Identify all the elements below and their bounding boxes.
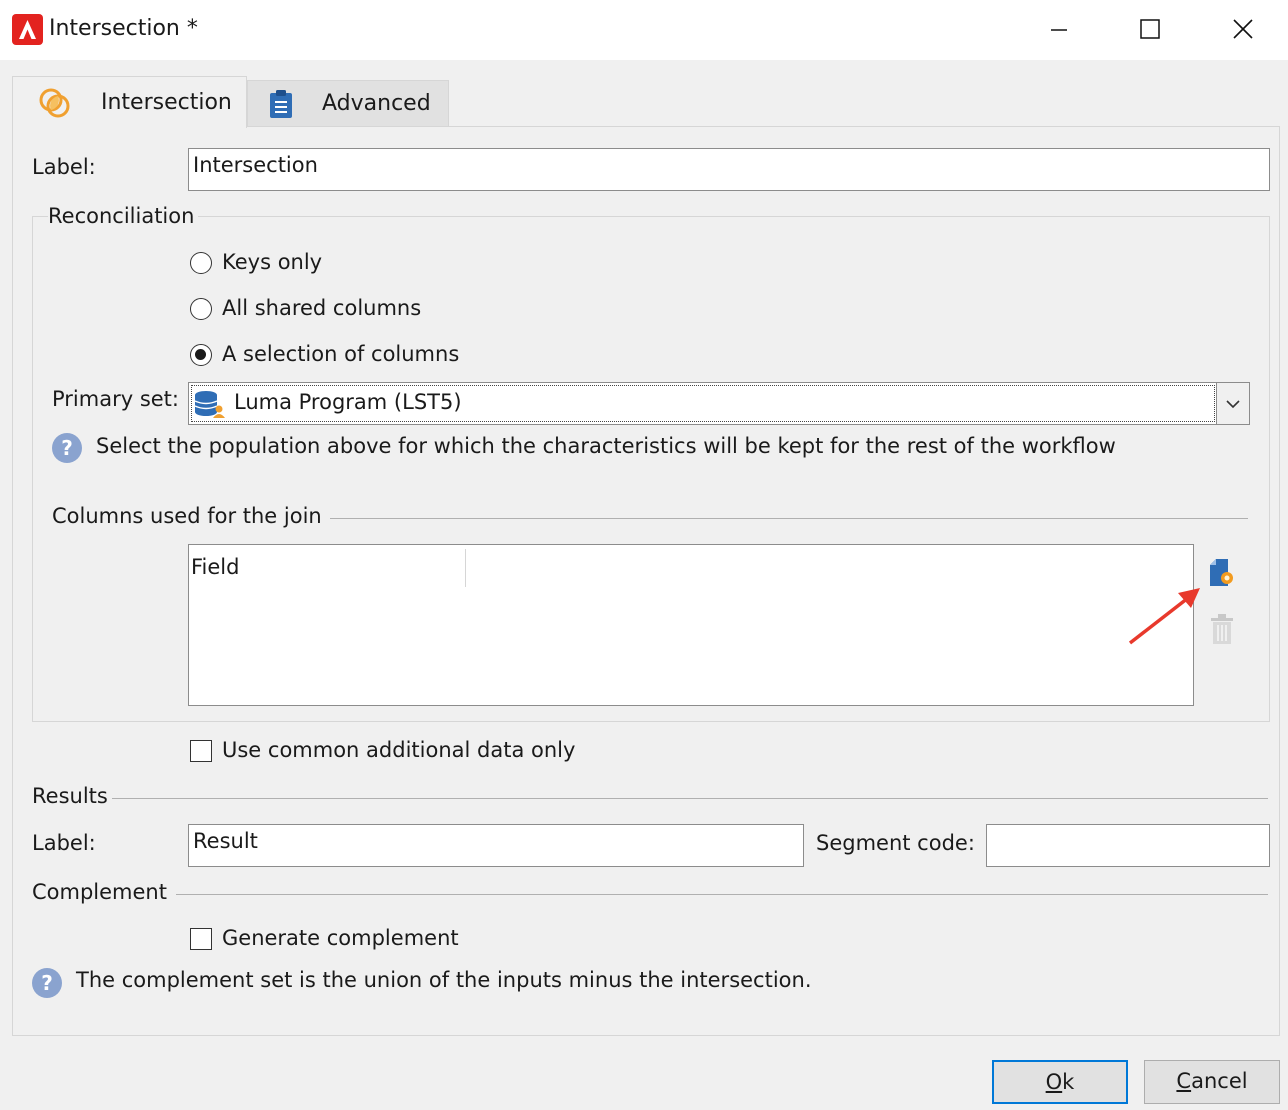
radio-all-shared-columns[interactable] bbox=[190, 298, 212, 320]
use-common-data-checkbox[interactable] bbox=[190, 740, 212, 762]
join-divider bbox=[330, 518, 1248, 519]
tab-advanced-label: Advanced bbox=[322, 91, 431, 116]
results-label-input[interactable]: Result bbox=[188, 824, 804, 867]
intersection-icon bbox=[37, 85, 73, 121]
ok-button[interactable]: Ok bbox=[992, 1060, 1128, 1104]
table-header-field[interactable]: Field bbox=[191, 555, 239, 579]
dropdown-button[interactable] bbox=[1216, 383, 1249, 424]
app-logo-icon bbox=[12, 14, 43, 45]
help-icon: ? bbox=[52, 433, 82, 463]
column-separator[interactable] bbox=[465, 549, 466, 587]
radio-selection-of-columns-label: A selection of columns bbox=[222, 342, 460, 366]
radio-keys-only[interactable] bbox=[190, 252, 212, 274]
primary-set-value: Luma Program (LST5) bbox=[234, 390, 462, 414]
join-legend: Columns used for the join bbox=[52, 504, 326, 528]
annotation-arrow bbox=[1128, 588, 1200, 645]
chevron-down-icon bbox=[1226, 399, 1240, 408]
radio-all-shared-columns-label: All shared columns bbox=[222, 296, 422, 320]
primary-set-caption: Primary set: bbox=[52, 387, 179, 411]
delete-column-button[interactable] bbox=[1209, 612, 1235, 646]
radio-keys-only-label: Keys only bbox=[222, 250, 323, 274]
maximize-icon bbox=[1140, 19, 1160, 39]
label-input[interactable]: Intersection bbox=[188, 148, 1270, 191]
segment-code-caption: Segment code: bbox=[816, 831, 975, 855]
cancel-mnemonic: C bbox=[1176, 1069, 1192, 1093]
maximize-button[interactable] bbox=[1105, 0, 1195, 58]
generate-complement-checkbox[interactable] bbox=[190, 928, 212, 950]
window-title: Intersection * bbox=[49, 16, 198, 41]
tab-intersection-label: Intersection bbox=[101, 90, 232, 115]
clipboard-icon bbox=[266, 88, 296, 120]
complement-divider bbox=[176, 894, 1268, 895]
help-icon: ? bbox=[32, 968, 62, 998]
trash-icon bbox=[1211, 614, 1233, 644]
segment-code-input[interactable] bbox=[986, 824, 1270, 867]
new-document-icon bbox=[1210, 559, 1233, 586]
add-column-button[interactable] bbox=[1206, 556, 1236, 590]
primary-set-select[interactable]: Luma Program (LST5) bbox=[188, 382, 1250, 425]
ok-label-rest: k bbox=[1062, 1070, 1075, 1094]
join-columns-table[interactable]: Field bbox=[188, 544, 1194, 706]
tab-advanced[interactable]: Advanced bbox=[247, 80, 449, 126]
close-icon bbox=[1233, 19, 1253, 39]
results-label-caption: Label: bbox=[32, 831, 96, 855]
cancel-button[interactable]: Cancel bbox=[1144, 1060, 1280, 1104]
reconciliation-legend: Reconciliation bbox=[48, 204, 199, 228]
ok-mnemonic: O bbox=[1045, 1070, 1063, 1094]
results-divider bbox=[112, 798, 1268, 799]
minimize-button[interactable] bbox=[1014, 0, 1104, 58]
radio-selection-of-columns[interactable] bbox=[190, 344, 212, 366]
tab-intersection[interactable]: Intersection bbox=[12, 76, 247, 128]
use-common-data-label: Use common additional data only bbox=[222, 738, 576, 762]
minimize-icon bbox=[1051, 29, 1067, 31]
close-button[interactable] bbox=[1198, 0, 1288, 58]
database-icon bbox=[193, 389, 225, 419]
generate-complement-label: Generate complement bbox=[222, 926, 459, 950]
complement-help-text: The complement set is the union of the i… bbox=[76, 968, 812, 992]
label-caption: Label: bbox=[32, 155, 96, 179]
cancel-label-rest: ancel bbox=[1191, 1069, 1248, 1093]
results-legend: Results bbox=[32, 784, 112, 808]
primary-set-help-text: Select the population above for which th… bbox=[96, 434, 1116, 458]
complement-legend: Complement bbox=[32, 880, 171, 904]
